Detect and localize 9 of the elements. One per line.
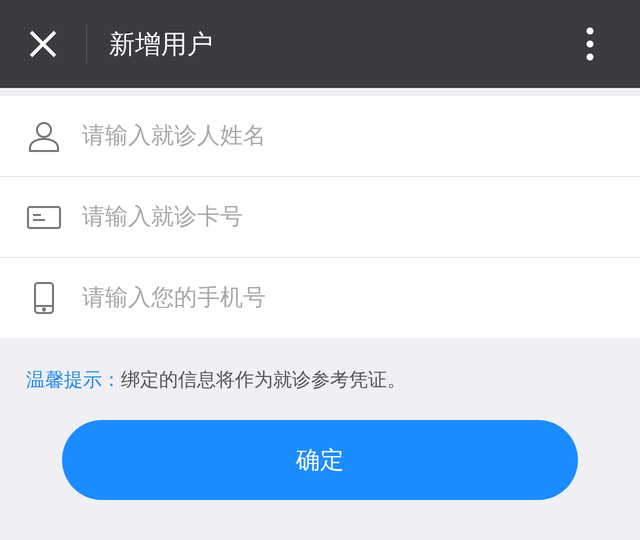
input-field[interactable]: 请输入就诊人姓名 [80, 122, 584, 150]
confirm-button[interactable]: 确定 [62, 420, 578, 500]
input-field[interactable]: 请输入就诊卡号 [80, 203, 584, 231]
close-icon[interactable] [28, 29, 58, 59]
tip-text: 绑定的信息将作为就诊参考凭证。 [121, 368, 406, 393]
page-title: 新增用户 [109, 28, 214, 62]
tip-label: 温馨提示： [26, 368, 121, 393]
input-field[interactable]: 请输入您的手机号 [80, 284, 584, 312]
more-icon[interactable] [586, 27, 594, 61]
